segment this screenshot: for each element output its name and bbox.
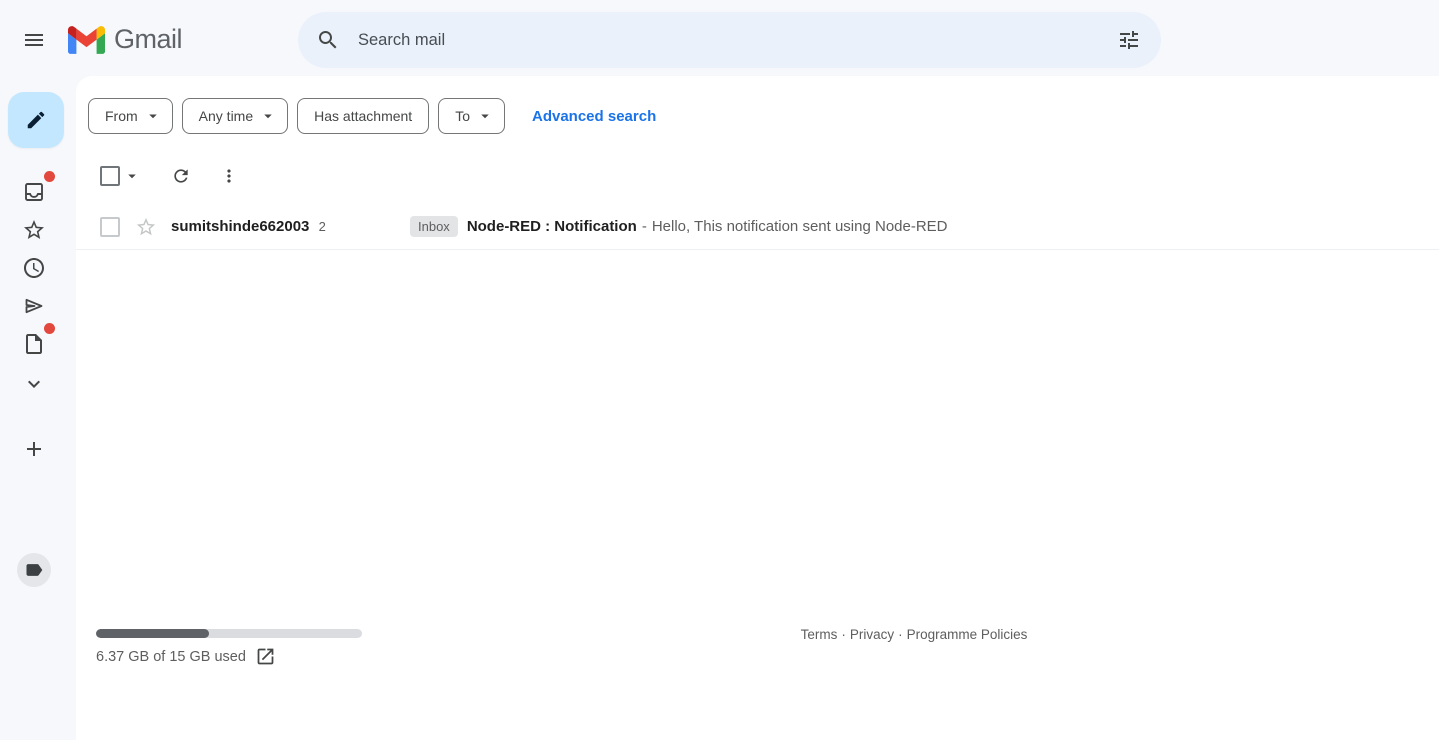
- pencil-icon: [25, 109, 47, 131]
- chip-label: Any time: [199, 108, 253, 124]
- filter-chip-to[interactable]: To: [438, 98, 505, 134]
- programme-policies-link[interactable]: Programme Policies: [907, 627, 1028, 642]
- arrow-drop-down-icon: [476, 107, 494, 125]
- email-thread-count: 2: [319, 219, 326, 234]
- inbox-icon: [22, 180, 46, 204]
- advanced-search-link[interactable]: Advanced search: [532, 108, 656, 125]
- select-all-checkbox[interactable]: [100, 166, 120, 186]
- arrow-drop-down-icon: [259, 107, 277, 125]
- chip-label: To: [455, 108, 470, 124]
- create-label-button[interactable]: [10, 425, 58, 473]
- search-input[interactable]: [352, 31, 1105, 50]
- draft-icon: [22, 332, 46, 356]
- select-dropdown-arrow-icon[interactable]: [123, 167, 141, 185]
- email-separator: -: [642, 218, 647, 235]
- refresh-button[interactable]: [165, 160, 197, 192]
- email-sender: sumitshinde662003: [171, 218, 309, 235]
- privacy-link[interactable]: Privacy: [850, 627, 894, 642]
- storage-usage: 6.37 GB of 15 GB used: [96, 646, 276, 667]
- star-toggle-icon[interactable]: [135, 216, 157, 238]
- star-icon: [22, 218, 46, 242]
- manage-storage-link[interactable]: [255, 646, 276, 667]
- filter-chip-from[interactable]: From: [88, 98, 173, 134]
- footer-separator: ·: [841, 627, 846, 642]
- list-toolbar: [100, 160, 245, 192]
- chevron-down-icon: [22, 372, 46, 396]
- more-vert-icon: [219, 166, 239, 186]
- chip-label: Has attachment: [314, 108, 412, 124]
- email-row[interactable]: sumitshinde662003 2 Inbox Node-RED : Not…: [76, 204, 1439, 250]
- open-in-new-icon: [255, 646, 276, 667]
- search-chips-row: From Any time Has attachment To Advanced…: [88, 98, 656, 134]
- left-navigation-rail: [0, 76, 76, 740]
- plus-icon: [22, 437, 46, 461]
- topbar: Gmail: [0, 0, 1439, 76]
- label-icon: [24, 560, 44, 580]
- chip-label: From: [105, 108, 138, 124]
- storage-progress-bar: [96, 629, 362, 638]
- hamburger-icon: [22, 28, 46, 52]
- search-button[interactable]: [304, 16, 352, 64]
- labels-button[interactable]: [17, 553, 51, 587]
- more-options-button[interactable]: [213, 160, 245, 192]
- email-sender-wrap: sumitshinde662003 2: [171, 218, 397, 235]
- main-menu-button[interactable]: [10, 16, 58, 64]
- drafts-unread-dot: [44, 323, 55, 334]
- footer-separator: ·: [898, 627, 903, 642]
- mail-list-panel: From Any time Has attachment To Advanced…: [76, 76, 1439, 740]
- footer-links: Terms·Privacy·Programme Policies: [764, 627, 1064, 642]
- compose-button[interactable]: [8, 92, 64, 148]
- gmail-wordmark: Gmail: [114, 24, 182, 55]
- inbox-label-badge: Inbox: [410, 216, 458, 237]
- search-icon: [316, 28, 340, 52]
- filter-chip-has-attachment[interactable]: Has attachment: [297, 98, 429, 134]
- storage-bar-fill: [96, 629, 209, 638]
- sidebar-item-more[interactable]: [10, 360, 58, 408]
- gmail-m-icon: [68, 26, 105, 54]
- email-subject: Node-RED : Notification: [467, 218, 637, 235]
- inbox-unread-dot: [44, 171, 55, 182]
- search-bar: [298, 12, 1161, 68]
- arrow-drop-down-icon: [144, 107, 162, 125]
- search-options-button[interactable]: [1105, 16, 1153, 64]
- tune-icon: [1117, 28, 1141, 52]
- gmail-logo[interactable]: Gmail: [68, 24, 182, 55]
- terms-link[interactable]: Terms: [801, 627, 838, 642]
- filter-chip-any-time[interactable]: Any time: [182, 98, 288, 134]
- storage-usage-text: 6.37 GB of 15 GB used: [96, 649, 246, 665]
- refresh-icon: [171, 166, 191, 186]
- send-icon: [22, 294, 46, 318]
- email-checkbox[interactable]: [100, 217, 120, 237]
- clock-icon: [22, 256, 46, 280]
- email-snippet: Hello, This notification sent using Node…: [652, 218, 948, 235]
